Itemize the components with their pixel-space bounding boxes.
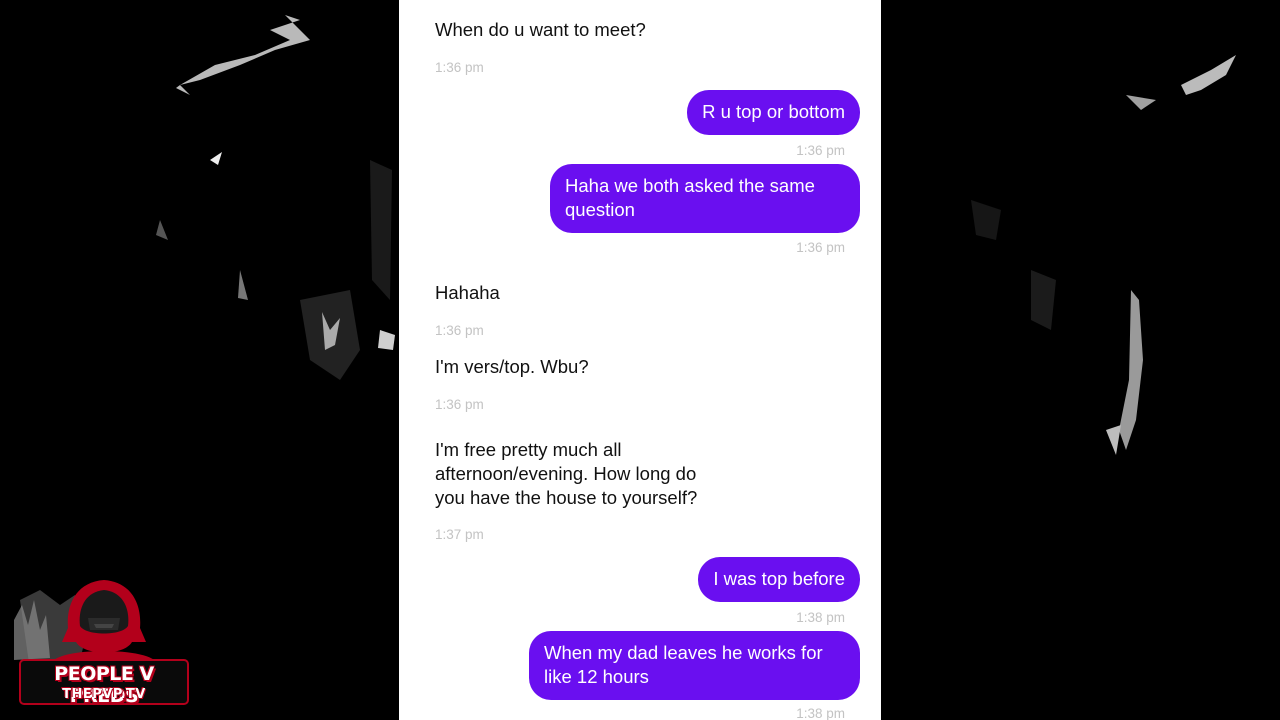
outgoing-message-bubble: I was top before bbox=[698, 557, 860, 602]
message-timestamp: 1:36 pm bbox=[435, 323, 484, 338]
message-timestamp: 1:36 pm bbox=[435, 60, 484, 75]
message-timestamp: 1:36 pm bbox=[796, 143, 845, 158]
outgoing-message-bubble: When my dad leaves he works for like 12 … bbox=[529, 631, 860, 700]
chat-conversation-panel[interactable]: When do u want to meet? 1:36 pm R u top … bbox=[399, 0, 881, 720]
message-timestamp: 1:36 pm bbox=[796, 240, 845, 255]
logo-site-text: THEPVP.TV bbox=[62, 687, 146, 702]
message-timestamp: 1:38 pm bbox=[796, 706, 845, 720]
incoming-message: I'm free pretty much all afternoon/eveni… bbox=[435, 439, 698, 508]
incoming-message: When do u want to meet? bbox=[435, 19, 646, 40]
incoming-message: I'm vers/top. Wbu? bbox=[435, 356, 589, 377]
incoming-message: Hahaha bbox=[435, 282, 500, 303]
message-timestamp: 1:38 pm bbox=[796, 610, 845, 625]
right-background-art bbox=[881, 0, 1280, 720]
message-timestamp: 1:37 pm bbox=[435, 527, 484, 542]
outgoing-message-bubble: R u top or bottom bbox=[687, 90, 860, 135]
message-timestamp: 1:36 pm bbox=[435, 397, 484, 412]
graffiti-decoration-right bbox=[971, 55, 1236, 455]
outgoing-message-bubble: Haha we both asked the same question bbox=[550, 164, 860, 233]
video-frame: When do u want to meet? 1:36 pm R u top … bbox=[0, 0, 1280, 720]
